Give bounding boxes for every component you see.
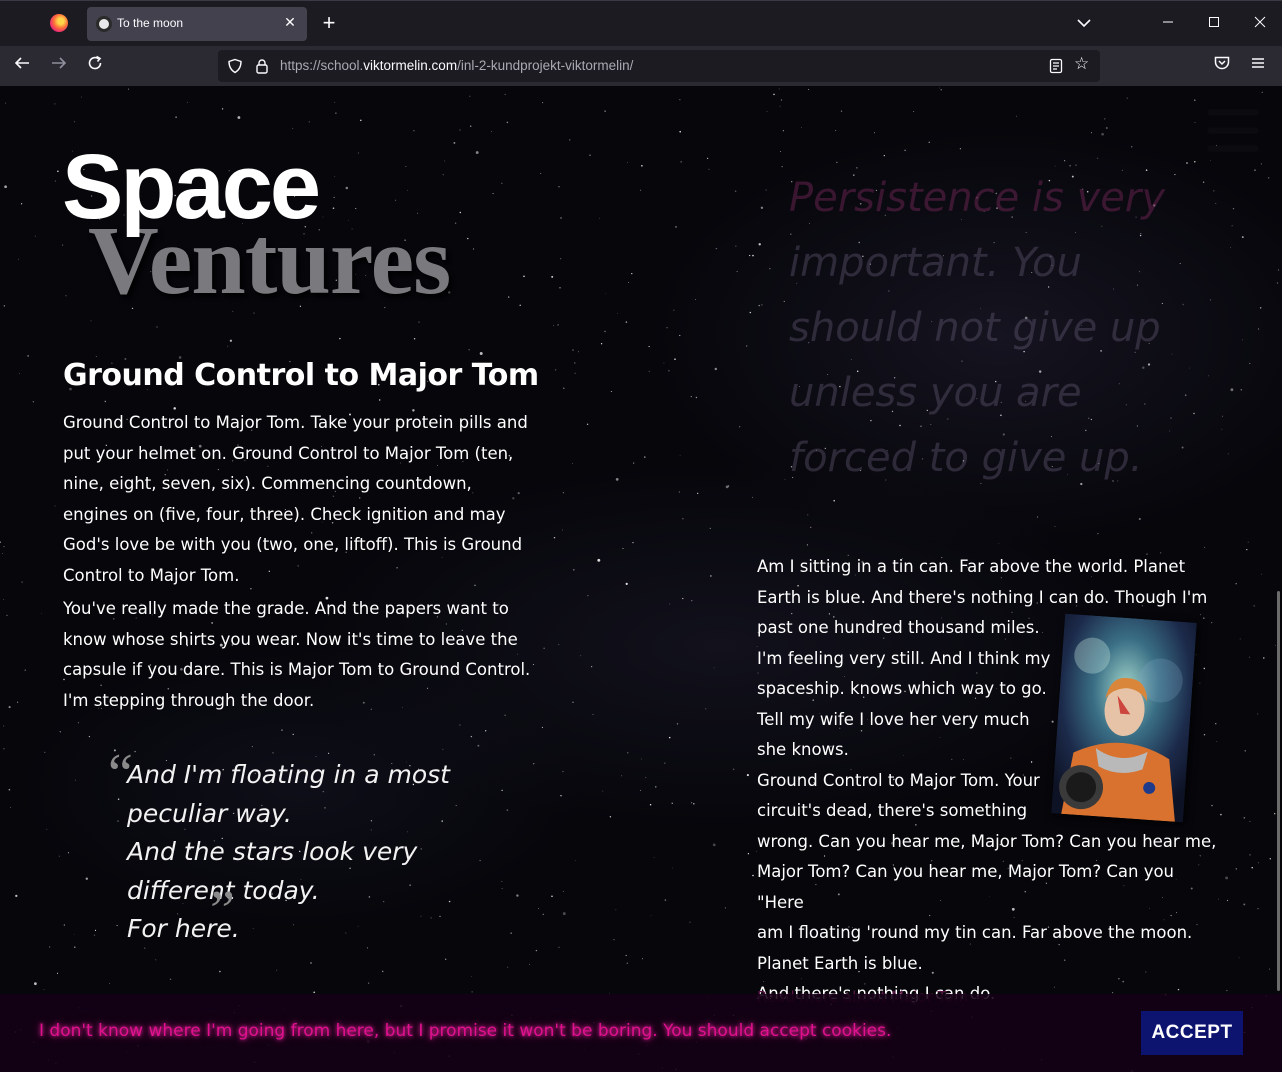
back-arrow-icon[interactable] [10,54,34,78]
left-body-text: Ground Control to Major Tom. Take your p… [63,408,533,719]
quote-line: unless you are [789,370,1082,416]
browser-tab-bar: To the moon ✕ + [0,0,1282,46]
url-bar[interactable]: https://school.viktormelin.com/inl-2-kun… [218,50,1100,82]
tab-favicon-icon [96,16,112,32]
quote-line: forced to give up. [789,435,1143,481]
lock-icon[interactable] [254,58,270,74]
browser-tab[interactable]: To the moon ✕ [87,7,307,41]
cookie-banner: I don't know where I'm going from here, … [0,994,1282,1072]
page-scrollbar[interactable] [1277,591,1280,991]
tab-title: To the moon [117,16,184,30]
forward-arrow-icon[interactable] [47,54,71,78]
site-menu-hamburger-icon[interactable] [1208,110,1258,152]
page-content: Ventures Space Persistence is very impor… [0,86,1282,1072]
text-line: Earth is blue. And there's nothing I can… [757,587,1208,607]
astronaut-image [1051,613,1197,823]
accept-cookies-button[interactable]: ACCEPT [1141,1011,1243,1055]
blockquote-line: And the stars look very [127,837,418,866]
quote-line: Persistence is very [789,175,1165,221]
star-icon[interactable]: ☆ [1074,55,1092,73]
reload-icon[interactable] [83,54,107,78]
text-line: Am I sitting in a tin can. Far above the… [757,557,1186,576]
blockquote-line: different today. [127,875,320,905]
close-quote-icon: ” [210,880,235,942]
blockquote-line: For here. [127,914,240,943]
quote-persistence: Persistence is very important. You shoul… [789,166,1209,491]
pocket-icon[interactable] [1210,54,1234,78]
text-line: wrong. Can you hear me, Major Tom? Can y… [757,831,1217,851]
text-line: Major Tom? Can you hear me, Major Tom? C… [757,862,1175,912]
blockquote-line: And I'm floating in a most [127,760,450,789]
text-line: am I floating 'round my tin can. Far abo… [757,923,1193,942]
section-title: Ground Control to Major Tom [63,358,539,393]
url-text[interactable]: https://school.viktormelin.com/inl-2-kun… [280,58,633,73]
tab-close-icon[interactable]: ✕ [281,14,299,32]
blockquote-text: And I'm floating in a most peculiar way.… [127,756,457,949]
floating-blockquote: “ And I'm floating in a most peculiar wa… [108,746,450,949]
maximize-icon[interactable] [1202,11,1226,35]
paragraph: Ground Control to Major Tom. Take your p… [63,413,528,585]
minimize-icon[interactable] [1156,11,1180,35]
blockquote-line: peculiar way. [127,798,292,828]
close-window-icon[interactable] [1248,11,1272,35]
logo-space: Space [62,136,321,238]
shield-icon[interactable] [227,58,243,74]
new-tab-plus-icon[interactable]: + [318,12,340,34]
quote-line: should not give up [789,305,1161,351]
chevron-down-icon[interactable] [1074,13,1094,33]
browser-nav-bar: https://school.viktormelin.com/inl-2-kun… [0,46,1282,86]
firefox-icon[interactable] [50,14,68,32]
paragraph: You've really made the grade. And the pa… [63,599,531,710]
app-menu-icon[interactable] [1246,54,1270,78]
cookie-message: I don't know where I'm going from here, … [39,1021,892,1041]
text-line: Planet Earth is blue. [757,953,923,973]
quote-line: important. You [789,240,1082,286]
reader-view-icon[interactable] [1048,58,1064,74]
